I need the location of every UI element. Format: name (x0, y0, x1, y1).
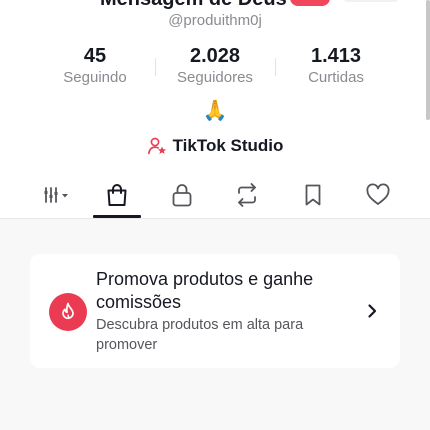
tab-private[interactable] (157, 175, 207, 215)
display-name: Mensagem de Deus (100, 0, 287, 11)
person-star-icon (147, 137, 166, 155)
bookmark-icon (305, 184, 321, 206)
stat-following-value: 45 (83, 45, 107, 67)
stat-likes[interactable]: 1.413 Curtidas (276, 44, 396, 88)
tiktok-studio-button[interactable]: TikTok Studio (0, 133, 430, 159)
flame-icon (62, 302, 74, 320)
filter-grid-icon (44, 187, 68, 203)
profile-stats: 45 Seguindo 2.028 Seguidores 1.413 Curti… (0, 44, 430, 88)
stat-followers-label: Seguidores (177, 69, 253, 86)
promote-products-card[interactable]: Promova produtos e ganhe comissões Descu… (30, 254, 400, 368)
stat-likes-value: 1.413 (310, 45, 362, 67)
stat-likes-label: Curtidas (308, 69, 364, 86)
stat-followers[interactable]: 2.028 Seguidores (155, 44, 275, 88)
profile-bio: 🙏 (202, 100, 228, 122)
scrollbar[interactable] (426, 0, 430, 120)
live-badge[interactable] (290, 0, 330, 6)
lock-icon (172, 184, 192, 207)
stat-following-label: Seguindo (63, 69, 127, 86)
profile-tabs (0, 175, 430, 219)
tab-liked[interactable] (353, 175, 403, 215)
heart-icon (366, 183, 390, 205)
profile-header: Mensagem de Deus (0, 0, 430, 10)
profile-handle: @produithm0j (168, 12, 262, 29)
promo-icon-badge (49, 293, 87, 331)
stat-following[interactable]: 45 Seguindo (35, 44, 155, 88)
promo-description: Descubra produtos em alta para promover (96, 317, 304, 353)
chevron-right-icon[interactable] (364, 302, 380, 320)
promo-title: Promova produtos e ganhe comissões (96, 269, 314, 312)
shopping-bag-icon (107, 184, 127, 206)
tab-filter[interactable] (33, 175, 83, 215)
tiktok-studio-label: TikTok Studio (172, 136, 284, 155)
tab-saved[interactable] (288, 175, 338, 215)
stat-followers-value: 2.028 (189, 45, 241, 67)
repost-icon (238, 183, 256, 207)
edit-profile-button[interactable] (341, 0, 401, 2)
tab-reposts[interactable] (222, 175, 272, 215)
selected-tab-indicator (93, 215, 141, 218)
tab-shop[interactable] (92, 175, 142, 215)
